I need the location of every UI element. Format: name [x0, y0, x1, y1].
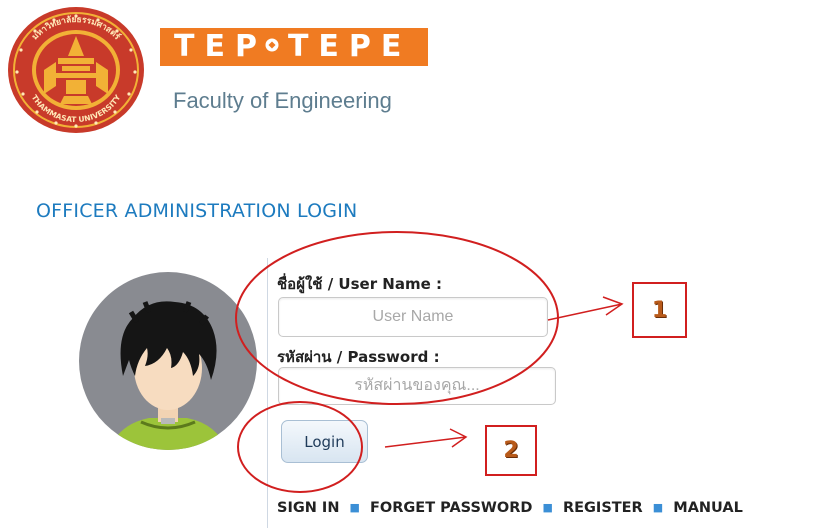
nav-separator-icon: ■	[349, 501, 360, 514]
page-title: OFFICER ADMINISTRATION LOGIN	[36, 200, 358, 222]
arrow-icon	[547, 296, 624, 321]
sign-in-link[interactable]: SIGN IN	[277, 500, 339, 516]
nav-separator-icon: ■	[542, 501, 553, 514]
forget-password-link[interactable]: FORGET PASSWORD	[370, 500, 532, 516]
password-input[interactable]	[278, 367, 556, 405]
banner-diamond-icon	[265, 38, 279, 52]
vertical-divider	[267, 258, 268, 528]
step-callout-1: 1	[632, 282, 687, 338]
username-label: ชื่อผู้ใช้ / User Name :	[277, 275, 443, 293]
user-avatar-icon	[79, 272, 257, 450]
nav-separator-icon: ■	[652, 501, 664, 514]
step-callout-2: 2	[485, 425, 537, 476]
username-input[interactable]	[278, 297, 548, 337]
arrow-icon	[384, 428, 468, 448]
password-label: รหัสผ่าน / Password :	[277, 348, 440, 366]
banner-left-text: TEP	[174, 29, 267, 64]
university-seal-logo: มหาวิทยาลัยธรรมศาสตร์ THAMMASAT UNIVERSI…	[8, 7, 144, 133]
bottom-nav: SIGN IN ■ FORGET PASSWORD ■ REGISTER ■ M…	[277, 500, 743, 516]
login-button[interactable]: Login	[281, 420, 368, 463]
manual-link[interactable]: MANUAL	[673, 500, 743, 516]
banner-right-text: TEPE	[287, 29, 412, 64]
faculty-name: Faculty of Engineering	[173, 88, 392, 113]
tep-tepe-banner-logo: TEP TEPE	[160, 28, 428, 66]
register-link[interactable]: REGISTER	[563, 500, 643, 516]
